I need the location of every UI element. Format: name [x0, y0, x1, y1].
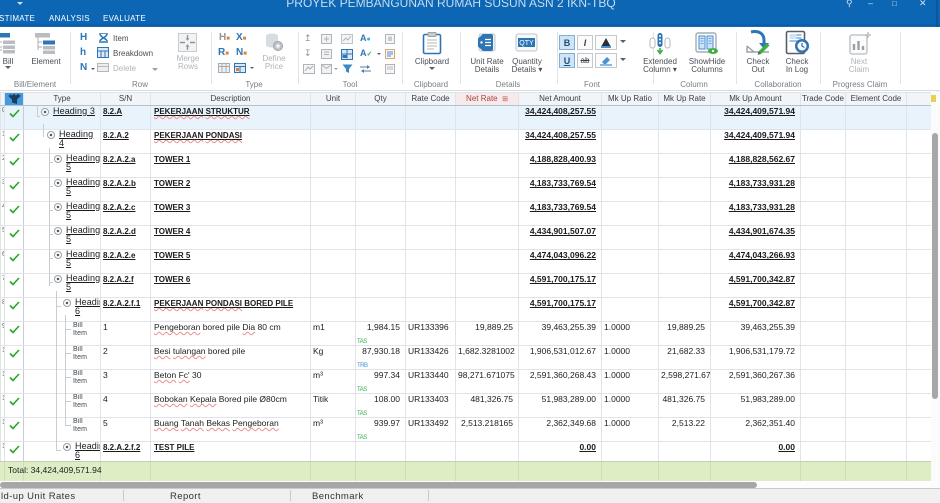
svg-text:QTY: QTY [519, 40, 534, 47]
